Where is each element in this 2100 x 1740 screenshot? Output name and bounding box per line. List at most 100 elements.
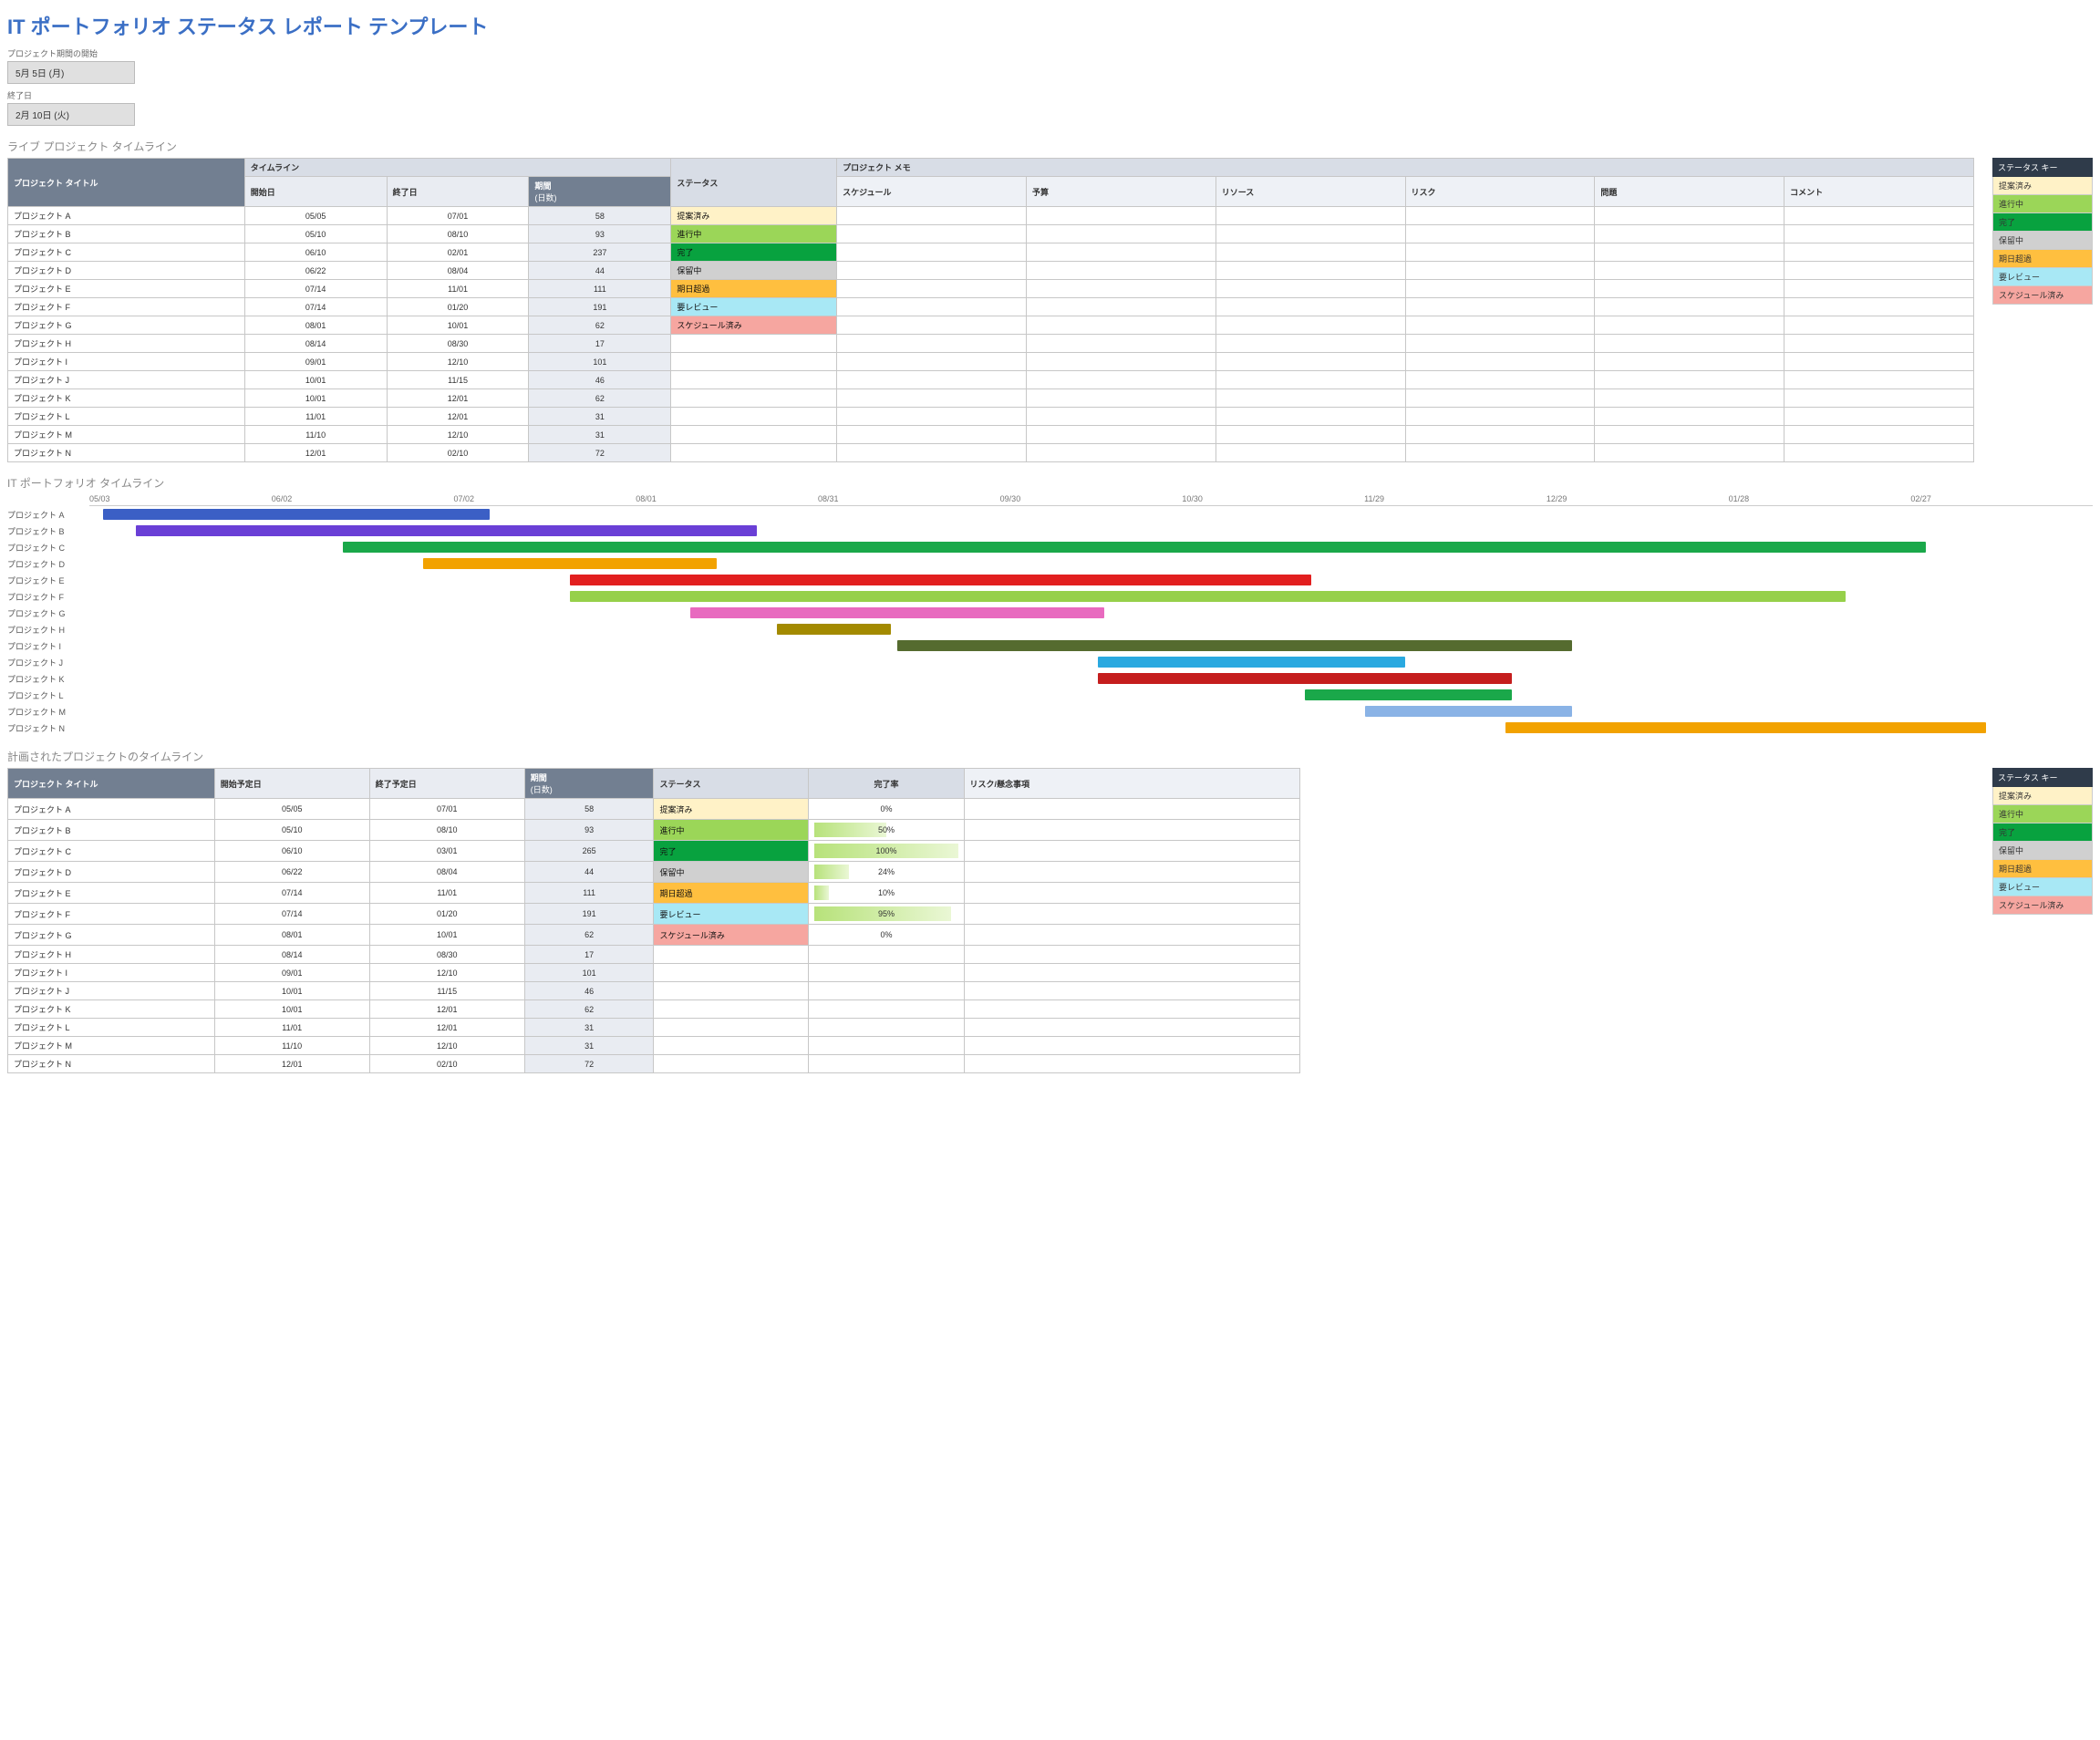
cell-risk[interactable] [1405,298,1595,316]
table-row[interactable]: プロジェクト B05/1008/1093進行中 [8,225,1974,243]
cell-risk[interactable] [1405,316,1595,335]
cell-risk[interactable] [964,820,1299,841]
gantt-bar[interactable] [136,525,757,536]
gantt-bar[interactable] [1098,657,1405,668]
cell-comment[interactable] [1784,207,1974,225]
gantt-bar[interactable] [423,558,717,569]
cell-budget[interactable] [1026,335,1216,353]
cell-schedule[interactable] [837,426,1027,444]
cell-comment[interactable] [1784,298,1974,316]
cell-schedule[interactable] [837,225,1027,243]
table-row[interactable]: プロジェクト M11/1012/1031 [8,1037,1300,1055]
cell-resource[interactable] [1216,280,1405,298]
table-row[interactable]: プロジェクト I09/0112/10101 [8,964,1300,982]
cell-risk[interactable] [964,964,1299,982]
cell-schedule[interactable] [837,207,1027,225]
gantt-bar[interactable] [570,591,1846,602]
cell-resource[interactable] [1216,335,1405,353]
meta-start-value[interactable]: 5月 5日 (月) [7,61,135,84]
cell-budget[interactable] [1026,316,1216,335]
cell-comment[interactable] [1784,426,1974,444]
cell-risk[interactable] [1405,371,1595,389]
cell-risk[interactable] [1405,389,1595,408]
cell-comment[interactable] [1784,225,1974,243]
cell-schedule[interactable] [837,280,1027,298]
cell-comment[interactable] [1784,335,1974,353]
cell-risk[interactable] [964,946,1299,964]
table-row[interactable]: プロジェクト N12/0102/1072 [8,444,1974,462]
cell-risk[interactable] [1405,280,1595,298]
gantt-bar[interactable] [1365,706,1572,717]
cell-risk[interactable] [964,883,1299,904]
gantt-bar[interactable] [570,575,1311,585]
cell-risk[interactable] [1405,353,1595,371]
cell-issue[interactable] [1595,426,1784,444]
cell-comment[interactable] [1784,389,1974,408]
cell-comment[interactable] [1784,262,1974,280]
cell-risk[interactable] [964,982,1299,1000]
cell-budget[interactable] [1026,426,1216,444]
table-row[interactable]: プロジェクト G08/0110/0162スケジュール済み [8,316,1974,335]
cell-schedule[interactable] [837,408,1027,426]
cell-risk[interactable] [964,1055,1299,1073]
cell-schedule[interactable] [837,316,1027,335]
cell-risk[interactable] [964,1000,1299,1019]
cell-risk[interactable] [1405,262,1595,280]
gantt-bar[interactable] [1305,689,1512,700]
table-row[interactable]: プロジェクト D06/2208/0444保留中 [8,262,1974,280]
cell-risk[interactable] [1405,426,1595,444]
cell-risk[interactable] [1405,335,1595,353]
cell-issue[interactable] [1595,408,1784,426]
cell-issue[interactable] [1595,316,1784,335]
gantt-bar[interactable] [103,509,491,520]
cell-issue[interactable] [1595,262,1784,280]
cell-issue[interactable] [1595,371,1784,389]
cell-resource[interactable] [1216,408,1405,426]
cell-issue[interactable] [1595,243,1784,262]
table-row[interactable]: プロジェクト K10/0112/0162 [8,389,1974,408]
table-row[interactable]: プロジェクト D06/2208/0444保留中24% [8,862,1300,883]
cell-issue[interactable] [1595,207,1784,225]
cell-resource[interactable] [1216,262,1405,280]
cell-schedule[interactable] [837,389,1027,408]
cell-resource[interactable] [1216,316,1405,335]
cell-comment[interactable] [1784,280,1974,298]
cell-budget[interactable] [1026,243,1216,262]
cell-risk[interactable] [1405,207,1595,225]
cell-resource[interactable] [1216,207,1405,225]
table-row[interactable]: プロジェクト A05/0507/0158提案済み0% [8,799,1300,820]
cell-comment[interactable] [1784,371,1974,389]
cell-budget[interactable] [1026,444,1216,462]
table-row[interactable]: プロジェクト J10/0111/1546 [8,371,1974,389]
table-row[interactable]: プロジェクト G08/0110/0162スケジュール済み0% [8,925,1300,946]
gantt-bar[interactable] [690,607,1104,618]
cell-risk[interactable] [964,862,1299,883]
cell-budget[interactable] [1026,225,1216,243]
table-row[interactable]: プロジェクト F07/1401/20191要レビュー [8,298,1974,316]
cell-budget[interactable] [1026,389,1216,408]
cell-schedule[interactable] [837,298,1027,316]
table-row[interactable]: プロジェクト L11/0112/0131 [8,408,1974,426]
cell-risk[interactable] [964,925,1299,946]
cell-budget[interactable] [1026,262,1216,280]
cell-issue[interactable] [1595,444,1784,462]
table-row[interactable]: プロジェクト A05/0507/0158提案済み [8,207,1974,225]
cell-schedule[interactable] [837,371,1027,389]
cell-issue[interactable] [1595,353,1784,371]
cell-risk[interactable] [1405,225,1595,243]
cell-comment[interactable] [1784,316,1974,335]
gantt-bar[interactable] [897,640,1572,651]
cell-budget[interactable] [1026,408,1216,426]
cell-schedule[interactable] [837,444,1027,462]
cell-resource[interactable] [1216,426,1405,444]
cell-risk[interactable] [1405,408,1595,426]
cell-comment[interactable] [1784,408,1974,426]
cell-budget[interactable] [1026,298,1216,316]
table-row[interactable]: プロジェクト H08/1408/3017 [8,946,1300,964]
cell-resource[interactable] [1216,371,1405,389]
table-row[interactable]: プロジェクト C06/1003/01265完了100% [8,841,1300,862]
cell-budget[interactable] [1026,371,1216,389]
table-row[interactable]: プロジェクト E07/1411/01111期日超過10% [8,883,1300,904]
cell-risk[interactable] [1405,243,1595,262]
table-row[interactable]: プロジェクト H08/1408/3017 [8,335,1974,353]
